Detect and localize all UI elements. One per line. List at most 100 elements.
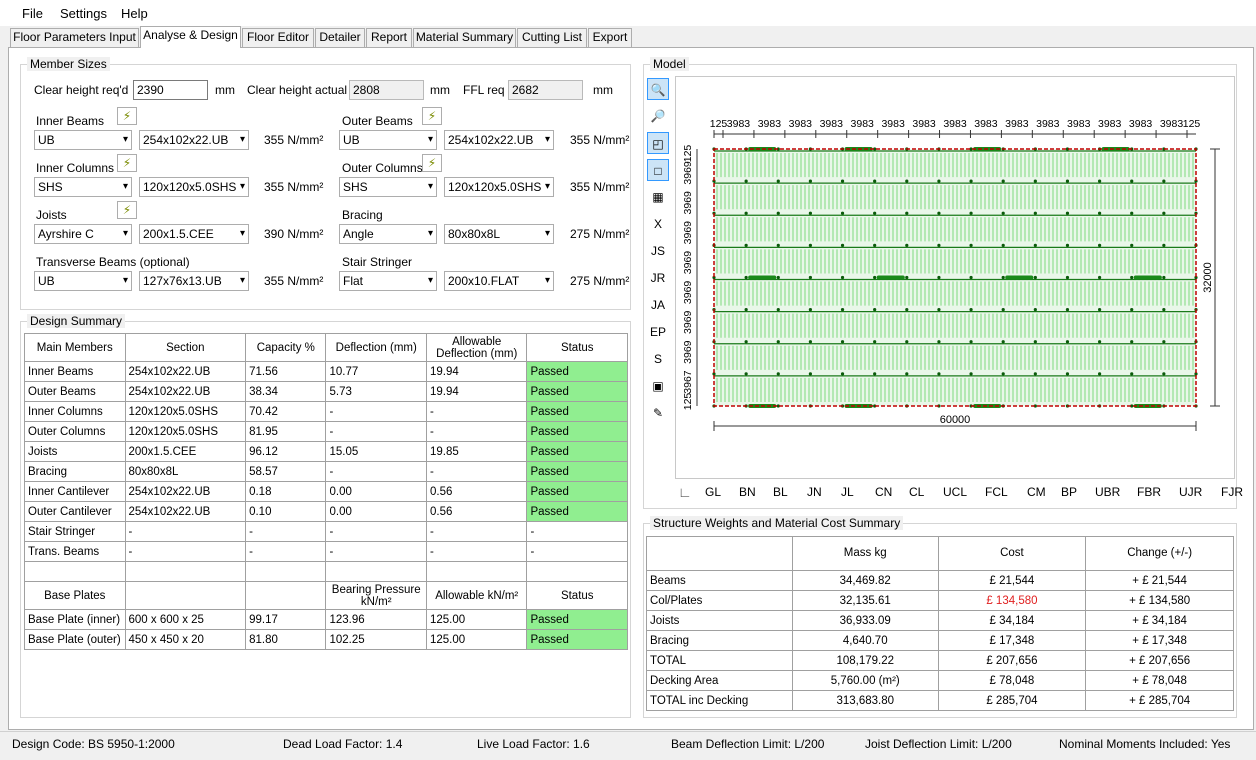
column-node — [1130, 243, 1134, 247]
layer-toggle-bp[interactable]: BP — [1061, 485, 1077, 499]
design-summary-table: Main Members Section Capacity % Deflection … — [24, 333, 628, 650]
column-header: Deflection (mm) — [325, 333, 427, 362]
table-row[interactable]: Outer Columns 120x120x5.0SHS 81.95- - Passed — [24, 421, 628, 442]
auto-design-button[interactable]: ⚡ — [422, 107, 442, 125]
grid-button[interactable]: ▦ — [647, 186, 669, 208]
table-row[interactable]: Col/Plates 32,135.61 £ 134,580 + £ 134,580 — [646, 590, 1234, 611]
layer-toggle-fjr[interactable]: FJR — [1221, 485, 1243, 499]
table-cell: - — [124, 541, 247, 562]
member-section-select[interactable]: 120x120x5.0SHS ▾ — [444, 177, 554, 197]
auto-design-button[interactable]: ⚡ — [117, 201, 137, 219]
menu-file[interactable]: File — [22, 6, 43, 21]
layer-toggle-bn[interactable]: BN — [739, 485, 756, 499]
layer-toggle-cn[interactable]: CN — [875, 485, 892, 499]
table-row[interactable]: Trans. Beams - - - - - — [24, 541, 628, 562]
tab-report[interactable]: Report — [366, 28, 412, 47]
tab-floor-parameters-input[interactable]: Floor Parameters Input — [10, 28, 139, 47]
clear-height-actual-input[interactable]: 2808 — [349, 80, 424, 100]
table-row[interactable]: Outer Beams 254x102x22.UB 38.34 5.73 19.94 Pa… — [24, 381, 628, 402]
column-node — [873, 211, 877, 215]
auto-design-button[interactable]: ⚡ — [422, 154, 442, 172]
table-row[interactable]: Beams 34,469.82 £ 21,544 + £ 21,544 — [646, 570, 1234, 591]
member-type-select[interactable]: UB ▾ — [34, 130, 132, 150]
tab-detailer[interactable]: Detailer — [315, 28, 365, 47]
table-row[interactable]: Joists 36,933.09 £ 34,184 + £ 34,184 — [646, 610, 1234, 631]
table-row[interactable]: TOTAL inc Decking 313,683.80 £ 285,704 + £ … — [646, 690, 1234, 711]
layer-toggle-bl[interactable]: BL — [773, 485, 788, 499]
member-type-select[interactable]: UB ▾ — [339, 130, 437, 150]
save-button[interactable]: ▣ — [647, 375, 669, 397]
table-cell: Stair Stringer — [24, 521, 126, 542]
layer-toggle-jl[interactable]: JL — [841, 485, 854, 499]
member-type-select[interactable]: Flat ▾ — [339, 271, 437, 291]
tool-jr-button[interactable]: JR — [647, 267, 669, 289]
table-row[interactable]: Outer Cantilever 254x102x22.UB 0.10 0.00 0.5… — [24, 501, 628, 522]
layer-toggle-cl[interactable]: CL — [909, 485, 924, 499]
table-row[interactable]: Base Plate (inner) 600 x 600 x 25 99.17 123… — [24, 609, 628, 630]
layer-toggle-cm[interactable]: CM — [1027, 485, 1046, 499]
table-row[interactable]: Inner Beams 254x102x22.UB 71.56 10.77 19.94 P… — [24, 361, 628, 382]
column-node — [1033, 308, 1037, 312]
member-type-select[interactable]: SHS ▾ — [34, 177, 132, 197]
table-row[interactable]: Base Plate (outer) 450 x 450 x 20 81.80 102… — [24, 629, 628, 650]
table-cell: £ 134,580 — [937, 590, 1087, 611]
tab-floor-editor[interactable]: Floor Editor — [242, 28, 314, 47]
member-type-select[interactable]: Angle ▾ — [339, 224, 437, 244]
layer-toggle-fcl[interactable]: FCL — [985, 485, 1008, 499]
member-section-select[interactable]: 254x102x22.UB ▾ — [444, 130, 554, 150]
table-cell: Trans. Beams — [24, 541, 126, 562]
member-section-select[interactable]: 200x10.FLAT ▾ — [444, 271, 554, 291]
member-section-select[interactable]: 80x80x8L ▾ — [444, 224, 554, 244]
table-cell: + £ 17,348 — [1085, 630, 1234, 651]
member-section-select[interactable]: 254x102x22.UB ▾ — [139, 130, 249, 150]
layer-toggle-gl[interactable]: GL — [705, 485, 721, 499]
table-row[interactable]: Decking Area 5,760.00 (m²) £ 78,048 + £ 78,… — [646, 670, 1234, 691]
member-type-select[interactable]: UB ▾ — [34, 271, 132, 291]
member-section-select[interactable]: 120x120x5.0SHS ▾ — [139, 177, 249, 197]
tool-js-button[interactable]: JS — [647, 240, 669, 262]
menu-help[interactable]: Help — [121, 6, 148, 21]
table-row[interactable]: Joists 200x1.5.CEE 96.12 15.05 19.85 Passed — [24, 441, 628, 462]
table-row[interactable]: Bracing 80x80x8L 58.57- - Passed — [24, 461, 628, 482]
select-button[interactable]: ◰ — [647, 132, 669, 154]
table-row[interactable]: Inner Columns 120x120x5.0SHS 70.42- - Passed — [24, 401, 628, 422]
chevron-down-icon: ▾ — [122, 228, 128, 239]
clear-height-req-label: Clear height req'd — [34, 83, 129, 97]
auto-design-button[interactable]: ⚡ — [117, 107, 137, 125]
tool-x-button[interactable]: X — [647, 213, 669, 235]
table-cell: 70.42 — [245, 401, 327, 422]
column-header: Cost — [937, 536, 1087, 571]
auto-design-button[interactable]: ⚡ — [117, 154, 137, 172]
column-header: Status — [526, 581, 628, 610]
tab-analyse-design[interactable]: Analyse & Design — [140, 26, 241, 48]
tool-ja-button[interactable]: JA — [647, 294, 669, 316]
table-row[interactable]: Inner Cantilever 254x102x22.UB 0.18 0.00 0.5… — [24, 481, 628, 502]
tool-ep-button[interactable]: EP — [647, 321, 669, 343]
clear-height-req-input[interactable]: 2390 — [133, 80, 208, 100]
zoom-window-button[interactable]: 🔎 — [647, 105, 669, 127]
table-cell: 15.05 — [325, 441, 427, 462]
member-type-select[interactable]: SHS ▾ — [339, 177, 437, 197]
tab-cutting-list[interactable]: Cutting List — [517, 28, 587, 47]
paint-button[interactable]: ✎ — [647, 402, 669, 424]
table-row[interactable]: Stair Stringer - - - - - — [24, 521, 628, 542]
layer-toggle-ujr[interactable]: UJR — [1179, 485, 1202, 499]
layer-toggle-jn[interactable]: JN — [807, 485, 822, 499]
zoom-button[interactable]: 🔍 — [647, 78, 669, 100]
top-dimension-label: 3983 — [758, 118, 782, 130]
layer-toggle-fbr[interactable]: FBR — [1137, 485, 1161, 499]
member-section-select[interactable]: 127x76x13.UB ▾ — [139, 271, 249, 291]
tab-export[interactable]: Export — [588, 28, 632, 47]
layer-toggle-ucl[interactable]: UCL — [943, 485, 967, 499]
layer-toggle-ubr[interactable]: UBR — [1095, 485, 1120, 499]
status-cell: Passed — [526, 381, 628, 402]
ffl-req-input[interactable]: 2682 — [508, 80, 583, 100]
member-type-select[interactable]: Ayrshire C ▾ — [34, 224, 132, 244]
menu-settings[interactable]: Settings — [60, 6, 107, 21]
tool-s-button[interactable]: S — [647, 348, 669, 370]
table-row[interactable]: TOTAL 108,179.22 £ 207,656 + £ 207,656 — [646, 650, 1234, 671]
table-row[interactable]: Bracing 4,640.70 £ 17,348 + £ 17,348 — [646, 630, 1234, 651]
rectangle-button[interactable]: □ — [647, 159, 669, 181]
member-section-select[interactable]: 200x1.5.CEE ▾ — [139, 224, 249, 244]
tab-material-summary[interactable]: Material Summary — [413, 28, 516, 47]
